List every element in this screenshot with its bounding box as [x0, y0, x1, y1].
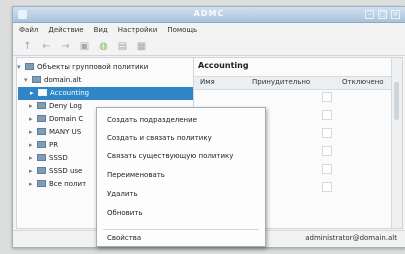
- tree-item-accounting[interactable]: ▸ Accounting: [18, 87, 193, 100]
- checkbox[interactable]: [322, 110, 332, 120]
- column-disabled[interactable]: Отключено: [342, 78, 383, 86]
- expand-icon[interactable]: ▸: [30, 87, 38, 100]
- table-icon[interactable]: ▦: [135, 40, 148, 53]
- menu-settings[interactable]: Настройки: [118, 26, 158, 34]
- ou-icon: [37, 180, 46, 187]
- checkbox[interactable]: [322, 92, 332, 102]
- tree-label: Domain C: [49, 115, 84, 123]
- tree-label: MANY US: [49, 128, 82, 136]
- context-menu: Создать подразделение Создать и связать …: [96, 107, 266, 247]
- menu-file[interactable]: Файл: [19, 26, 38, 34]
- checkbox[interactable]: [322, 182, 332, 192]
- menu-item-properties[interactable]: Свойства: [107, 234, 141, 242]
- checkbox[interactable]: [322, 128, 332, 138]
- menu-item-refresh[interactable]: Обновить: [107, 209, 143, 217]
- menu-item-create-ou[interactable]: Создать подразделение: [107, 116, 197, 124]
- tree-label: Все полит: [49, 180, 87, 188]
- expand-icon[interactable]: ▸: [29, 178, 37, 191]
- ou-icon: [38, 89, 47, 96]
- scroll-thumb[interactable]: [394, 82, 399, 120]
- table-header: Имя Принудительно Отключено: [194, 76, 402, 90]
- ou-icon: [37, 141, 46, 148]
- group-icon[interactable]: ◍: [97, 40, 110, 53]
- tree-item-domain-c[interactable]: ▸ Domain C: [17, 113, 83, 126]
- checkbox[interactable]: [322, 164, 332, 174]
- menu-item-delete[interactable]: Удалить: [107, 190, 138, 198]
- expand-icon[interactable]: ▸: [29, 165, 37, 178]
- vertical-scrollbar[interactable]: [391, 58, 402, 228]
- tree-label: Accounting: [50, 89, 90, 97]
- pane-title: Accounting: [198, 61, 249, 70]
- menu-separator: [103, 229, 259, 230]
- tree-item-deny-log[interactable]: ▸ Deny Log: [17, 100, 82, 113]
- tree-item-sssd-use[interactable]: ▸ SSSD use: [17, 165, 82, 178]
- checkbox[interactable]: [322, 146, 332, 156]
- window-buttons: – □ ×: [365, 10, 400, 19]
- menu-item-link-existing-policy[interactable]: Связать существующую политику: [107, 152, 233, 160]
- maximize-button[interactable]: □: [378, 10, 387, 19]
- tree-label: domain.alt: [44, 76, 82, 84]
- menu-item-create-link-policy[interactable]: Создать и связать политику: [107, 134, 212, 142]
- menu-item-rename[interactable]: Переименовать: [107, 171, 165, 179]
- tree-label: PR: [49, 141, 59, 149]
- checkbox-column: [322, 92, 332, 200]
- ou-icon: [37, 154, 46, 161]
- ou-icon: [37, 167, 46, 174]
- computer-icon[interactable]: ▤: [116, 40, 129, 53]
- window-title: ADMC: [193, 9, 225, 18]
- tree-item-pr[interactable]: ▸ PR: [17, 139, 58, 152]
- tree-item-policies[interactable]: ▾ Объекты групповой политики: [17, 61, 148, 74]
- menu-view[interactable]: Вид: [94, 26, 108, 34]
- menu-help[interactable]: Помощь: [167, 26, 197, 34]
- domain-icon: [32, 76, 41, 83]
- arrow-up-icon[interactable]: ↑: [21, 40, 34, 53]
- menu-bar: Файл Действие Вид Настройки Помощь: [13, 23, 405, 36]
- expand-icon[interactable]: ▸: [29, 100, 37, 113]
- expand-icon[interactable]: ▸: [29, 152, 37, 165]
- ou-icon: [37, 102, 46, 109]
- tree-item-domain[interactable]: ▾ domain.alt: [17, 74, 81, 87]
- menu-action[interactable]: Действие: [48, 26, 83, 34]
- ou-icon: [37, 128, 46, 135]
- arrow-left-icon[interactable]: ←: [40, 40, 53, 53]
- folder-icon: [25, 63, 34, 70]
- tree-item-all-policies[interactable]: ▸ Все полит: [17, 178, 86, 191]
- expand-icon[interactable]: ▸: [29, 126, 37, 139]
- screenshot-frame: ADMC – □ × Файл Действие Вид Настройки П…: [0, 0, 405, 254]
- ou-icon: [37, 115, 46, 122]
- status-user: administrator@domain.alt: [305, 234, 397, 242]
- toolbar: ↑ ← → ▣ ◍ ▤ ▦: [13, 37, 405, 56]
- tree-label: SSSD use: [49, 167, 83, 175]
- expand-icon[interactable]: ▸: [29, 139, 37, 152]
- tree-item-many-us[interactable]: ▸ MANY US: [17, 126, 81, 139]
- tree-label: SSSD: [49, 154, 68, 162]
- tree-label: Deny Log: [49, 102, 83, 110]
- tree-label: Объекты групповой политики: [37, 63, 149, 71]
- document-icon[interactable]: ▣: [78, 40, 91, 53]
- column-name[interactable]: Имя: [200, 78, 215, 86]
- close-button[interactable]: ×: [391, 10, 400, 19]
- expand-icon[interactable]: ▾: [17, 61, 25, 74]
- title-bar: ADMC – □ ×: [13, 7, 405, 23]
- expand-icon[interactable]: ▾: [24, 74, 32, 87]
- minimize-button[interactable]: –: [365, 10, 374, 19]
- column-enforced[interactable]: Принудительно: [252, 78, 310, 86]
- expand-icon[interactable]: ▸: [29, 113, 37, 126]
- tree-item-sssd[interactable]: ▸ SSSD: [17, 152, 68, 165]
- arrow-right-icon[interactable]: →: [59, 40, 72, 53]
